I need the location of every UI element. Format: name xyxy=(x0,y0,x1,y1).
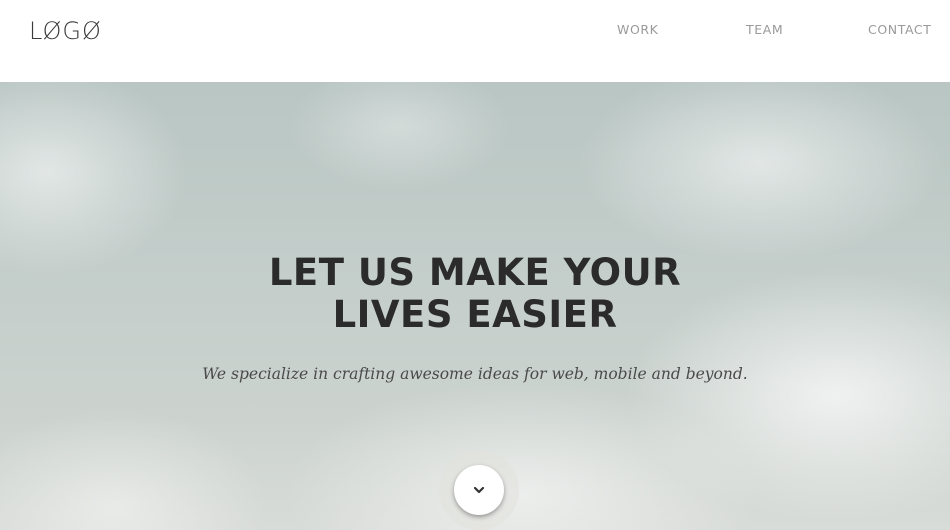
chevron-down-icon xyxy=(473,486,485,494)
nav-link-team[interactable]: TEAM xyxy=(746,22,783,37)
hero-section: LET US MAKE YOUR LIVES EASIER We special… xyxy=(0,82,950,530)
hero-subtitle: We specialize in crafting awesome ideas … xyxy=(202,365,748,383)
scroll-down-button[interactable] xyxy=(454,465,504,515)
hero-title-line-1: LET US MAKE YOUR xyxy=(268,251,682,294)
nav-link-contact[interactable]: CONTACT xyxy=(868,22,931,37)
hero-title: LET US MAKE YOUR LIVES EASIER xyxy=(0,252,950,336)
hero-title-line-2: LIVES EASIER xyxy=(332,293,618,336)
site-header: LØGØ WORK TEAM CONTACT xyxy=(0,0,950,82)
main-nav: WORK TEAM CONTACT xyxy=(0,22,950,42)
nav-link-work[interactable]: WORK xyxy=(617,22,658,37)
